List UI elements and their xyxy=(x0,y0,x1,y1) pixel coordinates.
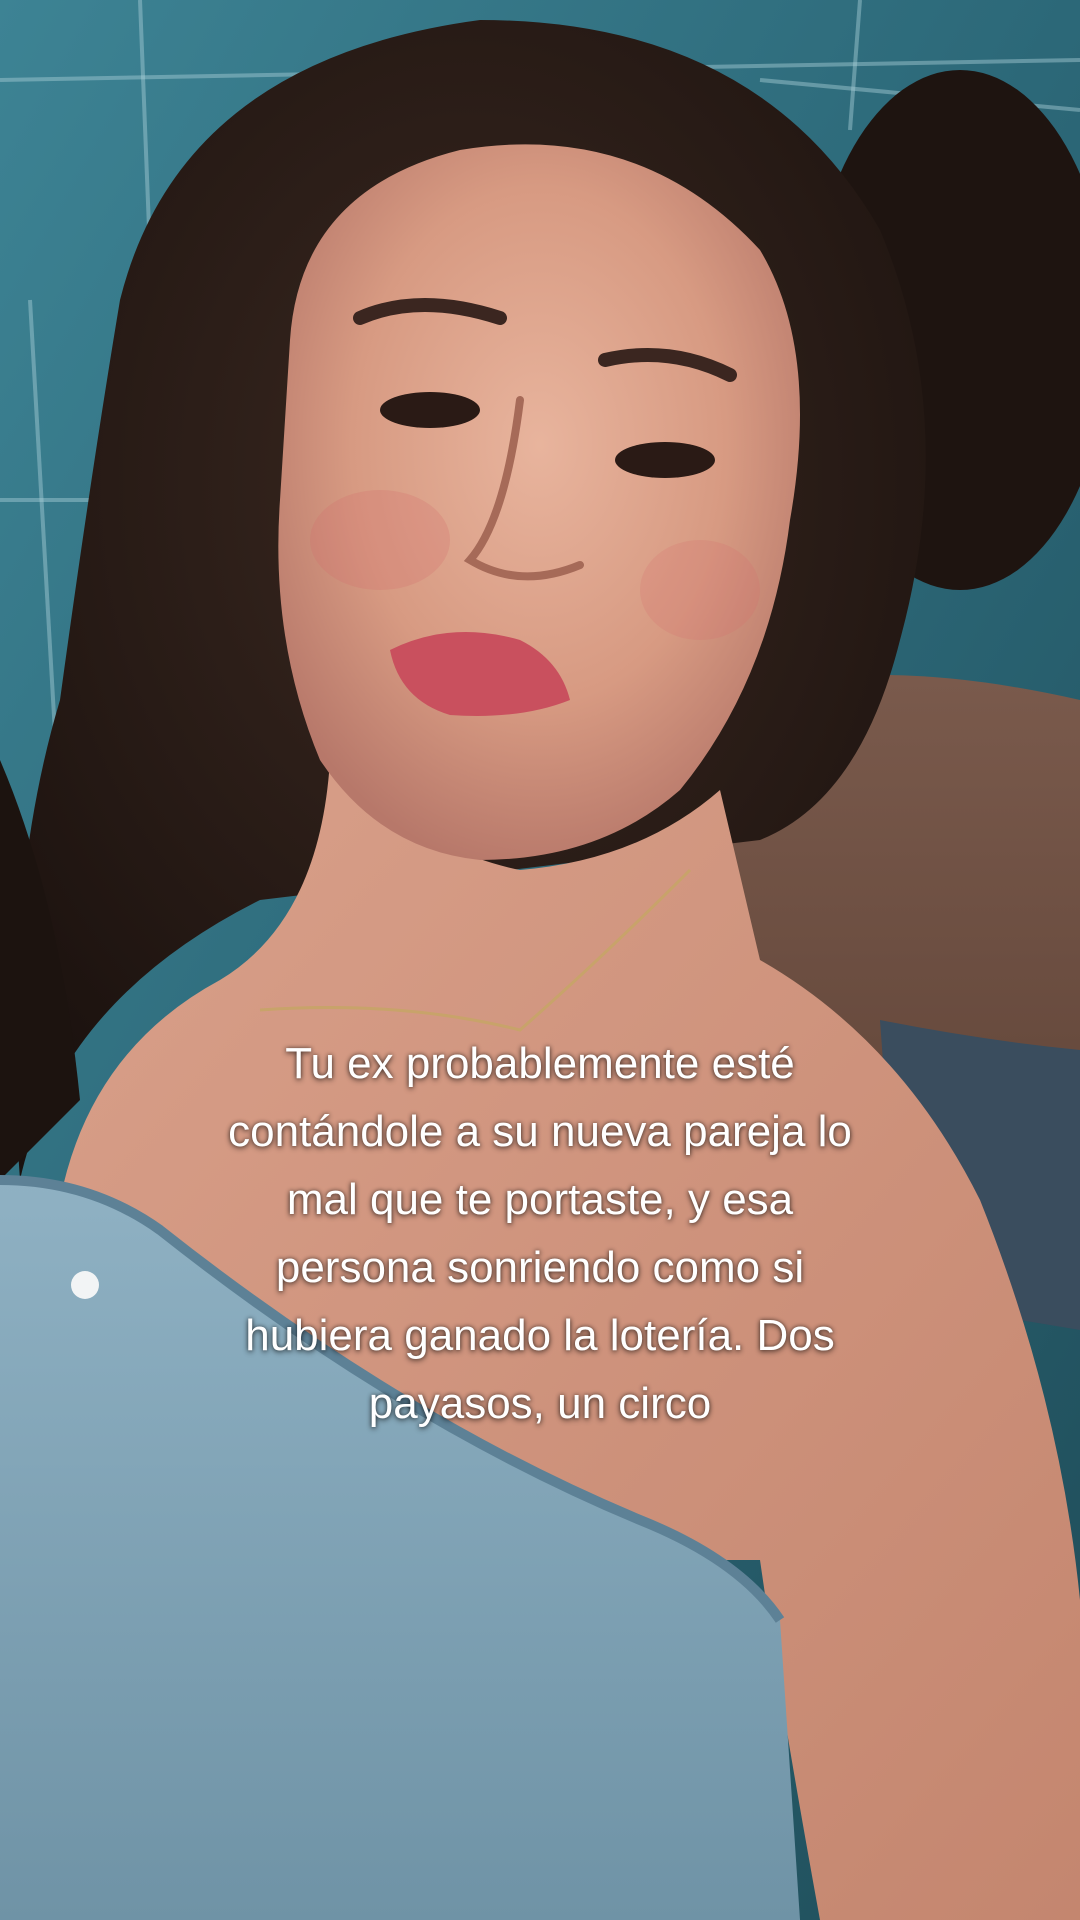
caption-overlay: Tu ex probablemente esté contándole a su… xyxy=(130,1030,950,1438)
video-frame: Tu ex probablemente esté contándole a su… xyxy=(0,0,1080,1920)
selfie-photo xyxy=(0,0,1080,1920)
caption-line: Tu ex probablemente esté xyxy=(285,1039,795,1088)
caption-line: contándole a su nueva pareja lo xyxy=(228,1107,852,1156)
caption-line: mal que te portaste, y esa xyxy=(286,1175,794,1224)
caption-line: hubiera ganado la lotería. Dos xyxy=(245,1311,835,1360)
caption-line: persona sonriendo como si xyxy=(275,1243,805,1292)
caption-line: payasos, un circo xyxy=(368,1379,712,1428)
